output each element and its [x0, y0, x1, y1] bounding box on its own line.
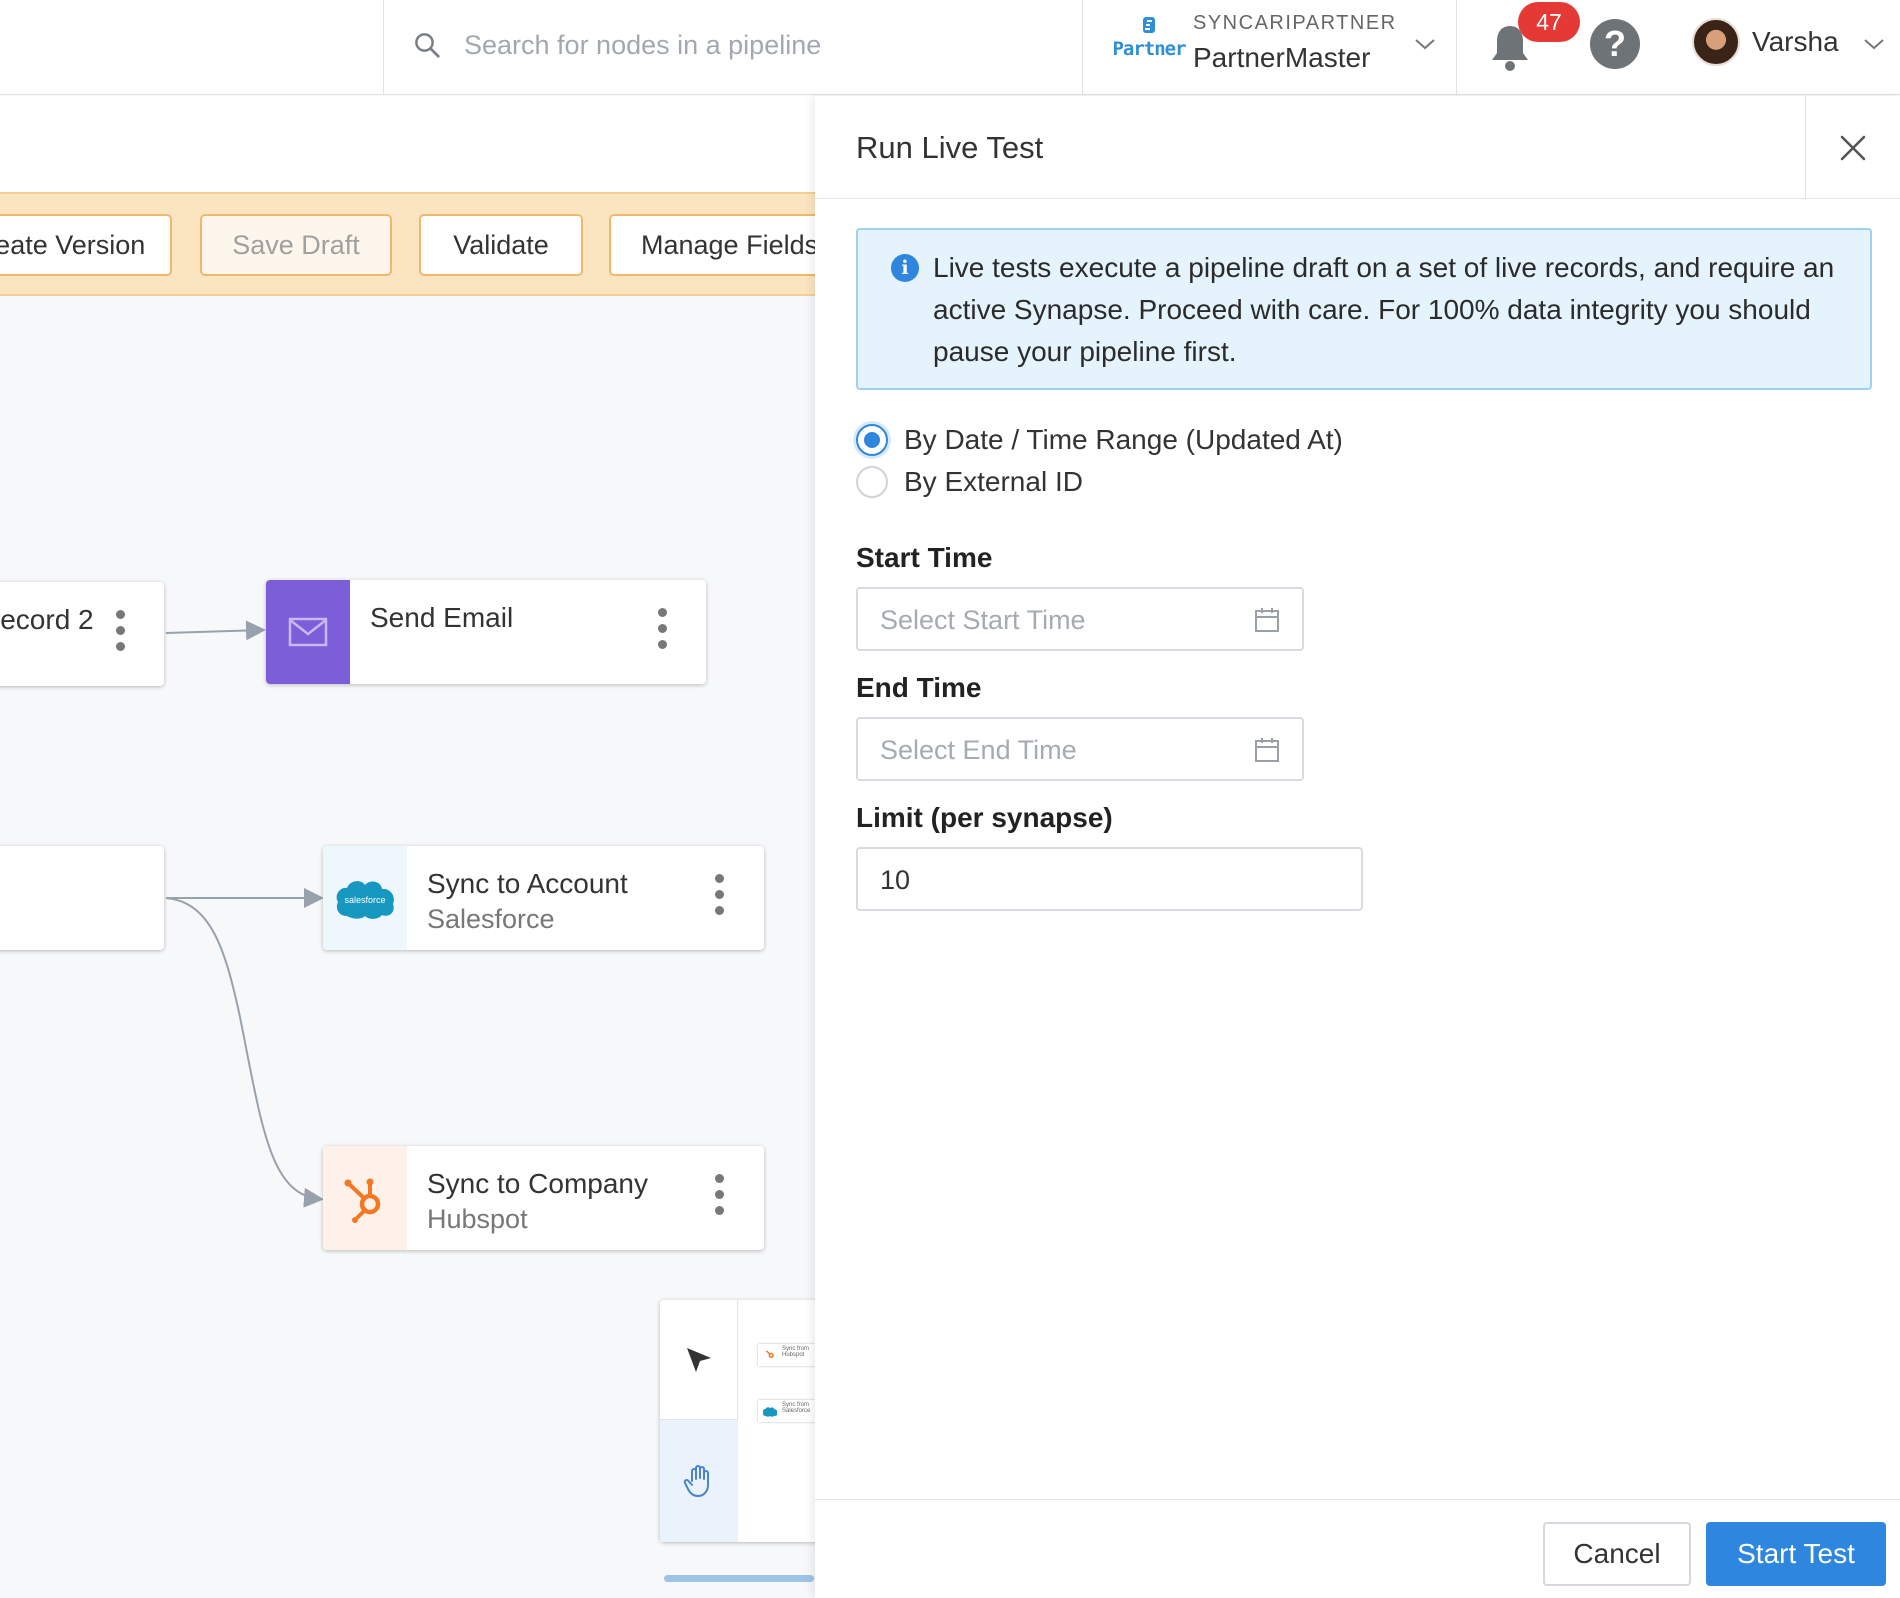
close-icon [1840, 135, 1866, 160]
end-time-input[interactable] [880, 729, 1240, 771]
validate-button[interactable]: Validate [419, 214, 583, 276]
radio-label: By Date / Time Range (Updated At) [904, 424, 1343, 455]
divider [1456, 0, 1457, 95]
help-icon[interactable]: ? [1590, 19, 1640, 69]
pipeline-node[interactable]: Record 2 [0, 582, 164, 686]
calendar-icon[interactable] [1254, 607, 1280, 633]
radio-button-checked[interactable] [856, 424, 888, 456]
chevron-down-icon[interactable] [1862, 36, 1886, 52]
pipeline-node-sync-company[interactable]: Sync to Company Hubspot [323, 1146, 764, 1250]
salesforce-cloud-icon [762, 1407, 778, 1417]
start-test-button[interactable]: Start Test [1706, 1522, 1886, 1586]
search-input[interactable] [464, 22, 1024, 68]
connector [165, 897, 324, 1208]
email-node-icon-bg [266, 580, 350, 684]
limit-input[interactable] [880, 859, 1240, 901]
pipeline-toolbar: Create Version Save Draft Validate Manag… [0, 192, 839, 296]
avatar[interactable] [1692, 18, 1740, 66]
info-icon: i [891, 254, 919, 282]
radio-button[interactable] [856, 466, 888, 498]
drawer-footer: Cancel Start Test [815, 1499, 1900, 1598]
pipeline-node[interactable] [0, 846, 164, 950]
kebab-menu-icon[interactable] [713, 874, 725, 924]
info-banner: i Live tests execute a pipeline draft on… [856, 228, 1872, 390]
manage-fields-button[interactable]: Manage Fields [609, 214, 839, 276]
drawer-title: Run Live Test [856, 130, 1044, 165]
radio-by-date-range[interactable]: By Date / Time Range (Updated At) [856, 420, 1343, 460]
salesforce-cloud-icon: salesforce [336, 881, 394, 919]
radio-by-external-id[interactable]: By External ID [856, 462, 1083, 502]
chevron-down-icon[interactable] [1413, 36, 1437, 52]
start-time-input[interactable] [880, 599, 1240, 641]
notification-badge[interactable]: 47 [1518, 2, 1580, 42]
salesforce-logo-text: salesforce [344, 895, 385, 905]
end-time-field[interactable] [856, 717, 1304, 781]
end-time-label: End Time [856, 672, 982, 703]
create-version-button[interactable]: Create Version [0, 214, 172, 276]
org-name: PartnerMaster [1193, 42, 1371, 73]
cancel-button[interactable]: Cancel [1543, 1522, 1691, 1586]
save-draft-button[interactable]: Save Draft [200, 214, 392, 276]
pointer-arrow-icon [687, 1347, 711, 1372]
limit-field[interactable] [856, 847, 1363, 911]
partner-logo-icon [1143, 17, 1155, 33]
connector [165, 620, 266, 641]
pan-tool-button[interactable] [660, 1420, 738, 1542]
mail-icon [288, 617, 328, 647]
pipeline-subheader [0, 96, 815, 192]
node-subtitle: Hubspot [427, 1204, 528, 1234]
minimap-node-subtitle: Salesforce [782, 1408, 811, 1414]
canvas-horizontal-scrollbar[interactable] [664, 1575, 814, 1582]
radio-label: By External ID [904, 466, 1083, 497]
node-title: Record 2 [0, 604, 94, 635]
start-time-field[interactable] [856, 587, 1304, 651]
user-name[interactable]: Varsha [1752, 26, 1839, 58]
hand-icon [683, 1465, 709, 1497]
partner-logo: Partner [1109, 16, 1189, 76]
search-icon [415, 33, 440, 58]
node-title: Sync to Account [427, 868, 628, 899]
partner-logo-text: Partner [1112, 38, 1186, 60]
pipeline-search [384, 0, 1082, 95]
kebab-menu-icon[interactable] [713, 1174, 725, 1224]
limit-label: Limit (per synapse) [856, 802, 1113, 833]
info-message: Live tests execute a pipeline draft on a… [933, 252, 1835, 367]
node-title: Sync to Company [427, 1168, 648, 1199]
minimap-node-subtitle: Hubspot [782, 1352, 805, 1358]
kebab-menu-icon[interactable] [114, 610, 126, 660]
drawer-header: Run Live Test [815, 96, 1900, 199]
run-live-test-drawer: Run Live Test i Live tests execute a pip… [815, 96, 1900, 1598]
canvas-tools-panel: Sync from Hubspot Sync from Salesforce [660, 1300, 828, 1542]
org-switcher[interactable]: Partner SYNCARIPARTNER PartnerMaster [1083, 0, 1457, 95]
hubspot-logo [323, 1146, 407, 1250]
select-tool-button[interactable] [660, 1300, 738, 1420]
top-bar: Partner SYNCARIPARTNER PartnerMaster 47 … [0, 0, 1900, 95]
start-time-label: Start Time [856, 542, 993, 573]
pipeline-node-sync-account[interactable]: salesforce Sync to Account Salesforce [323, 846, 764, 950]
close-button[interactable] [1805, 96, 1900, 199]
calendar-icon[interactable] [1254, 737, 1280, 763]
node-title: Send Email [370, 602, 514, 633]
org-subtitle: SYNCARIPARTNER [1193, 12, 1397, 34]
hubspot-sprocket-icon [344, 1178, 381, 1223]
pipeline-node-send-email[interactable]: Send Email [266, 580, 706, 684]
kebab-menu-icon[interactable] [656, 608, 668, 658]
node-subtitle: Salesforce [427, 904, 555, 934]
salesforce-logo: salesforce [323, 846, 407, 950]
hubspot-sprocket-icon [765, 1350, 774, 1359]
